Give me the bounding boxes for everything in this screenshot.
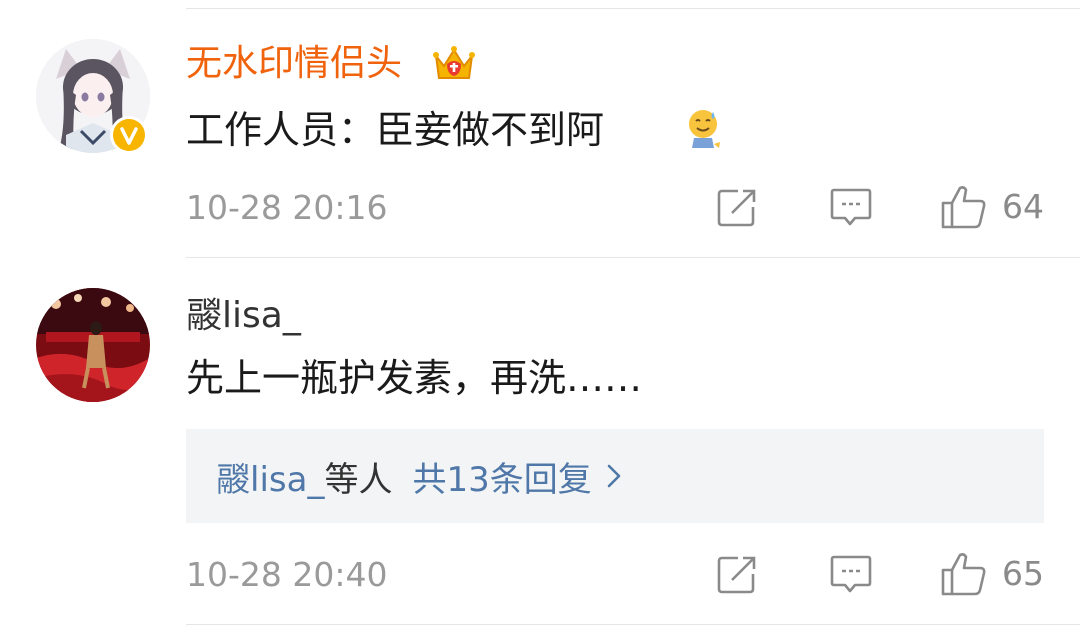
like-icon — [941, 553, 986, 596]
comment-icon — [830, 555, 872, 593]
comment-time: 10-28 20:16 — [186, 188, 388, 227]
photo-avatar-image — [36, 288, 150, 402]
comment-button[interactable] — [829, 554, 873, 596]
share-button[interactable] — [716, 187, 758, 229]
share-icon — [717, 189, 756, 227]
comment-text: 工作人员：臣妾做不到阿 — [186, 108, 605, 152]
sweat-smile-emoji — [689, 110, 720, 148]
share-icon — [717, 556, 756, 594]
share-button[interactable] — [716, 554, 758, 596]
replies-preview[interactable]: 鬷lisa_ 等人 共13条回复 — [186, 429, 1044, 523]
reply-others-label: 等人 — [324, 459, 393, 500]
like-button[interactable]: 64 — [940, 184, 1044, 230]
username[interactable]: 鬷lisa_ — [186, 294, 301, 338]
crown-icon — [433, 46, 475, 79]
chevron-right-icon — [607, 464, 621, 488]
comment-divider — [186, 257, 1080, 258]
reply-author-link[interactable]: 鬷lisa_ — [216, 452, 324, 501]
comment-icon — [830, 188, 872, 226]
avatar[interactable] — [36, 288, 150, 402]
reply-count-link[interactable]: 共13条回复 — [412, 452, 591, 501]
top-divider — [186, 8, 1080, 9]
like-icon — [941, 186, 986, 229]
comment-time: 10-28 20:40 — [186, 555, 388, 594]
comment-button[interactable] — [829, 187, 873, 229]
like-button[interactable]: 65 — [940, 551, 1044, 597]
verified-badge-icon — [110, 116, 148, 154]
bottom-divider — [186, 624, 1080, 625]
like-count: 65 — [1002, 554, 1044, 593]
like-count: 64 — [1002, 187, 1044, 226]
comment-text: 先上一瓶护发素，再洗…… — [186, 356, 643, 400]
username[interactable]: 无水印情侣头 — [186, 42, 402, 86]
